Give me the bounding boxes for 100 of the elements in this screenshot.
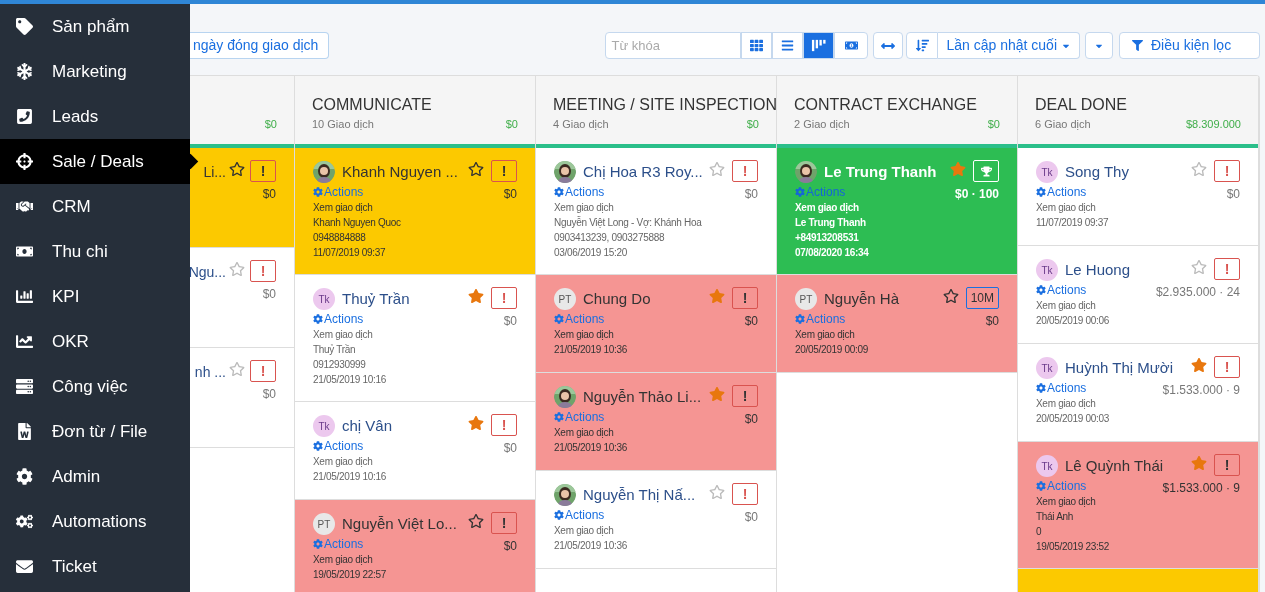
- star-icon[interactable]: [468, 287, 484, 304]
- alert-badge[interactable]: !: [250, 360, 276, 382]
- deal-name[interactable]: Huỳnh Thị Mười: [1065, 356, 1173, 380]
- deal-detail: 11/07/2019 09:37: [1036, 216, 1110, 230]
- star-icon[interactable]: [1191, 454, 1207, 471]
- trophy-badge[interactable]: [973, 160, 999, 182]
- sidebar-item[interactable]: Công việc: [0, 364, 190, 409]
- actions-link[interactable]: Actions: [1036, 184, 1187, 200]
- sidebar-item[interactable]: Sale / Deals: [0, 139, 190, 184]
- deal-card[interactable]: PT Nguyễn Hà Actions Xem giao dịch 20/05/2019 00:09 10M $0: [777, 275, 1017, 373]
- star-icon[interactable]: [1191, 258, 1207, 275]
- star-icon[interactable]: [942, 287, 959, 304]
- sidebar-item[interactable]: CRM: [0, 184, 190, 229]
- star-icon[interactable]: [229, 160, 245, 177]
- date-sort-button[interactable]: ngày đóng giao dịch: [190, 32, 330, 59]
- actions-link[interactable]: Actions: [313, 438, 464, 454]
- alert-badge[interactable]: !: [250, 160, 276, 182]
- deal-name[interactable]: Song Thy: [1065, 160, 1129, 184]
- sort-dropdown[interactable]: Lần cập nhật cuối: [938, 32, 1080, 59]
- star-icon[interactable]: [709, 287, 725, 304]
- deal-card[interactable]: PT Nguyễn Việt Lo... Actions Xem giao dịch 19/05/2019 22:57 ! $0: [295, 500, 535, 592]
- deal-name[interactable]: Chị Hoa R3 Roy...: [583, 160, 703, 184]
- avatar-initials: PT: [795, 288, 817, 310]
- alert-badge[interactable]: !: [491, 287, 517, 309]
- sidebar-item[interactable]: Admin: [0, 454, 190, 499]
- alert-badge[interactable]: !: [491, 414, 517, 436]
- sidebar-item[interactable]: Automations: [0, 499, 190, 544]
- actions-link[interactable]: Actions: [554, 184, 705, 200]
- avatar-initials: PT: [554, 288, 576, 310]
- money-view-button[interactable]: [834, 32, 869, 59]
- grid-view-button[interactable]: [741, 32, 773, 59]
- deal-name[interactable]: Nguyễn Việt Lo...: [342, 512, 457, 536]
- sidebar-item[interactable]: OKR: [0, 319, 190, 364]
- star-icon[interactable]: [709, 483, 725, 500]
- actions-link[interactable]: Actions: [1036, 380, 1159, 396]
- kanban-view-button[interactable]: [803, 32, 835, 59]
- deal-name[interactable]: Nguyễn Hà: [824, 287, 900, 311]
- alert-badge[interactable]: !: [732, 385, 758, 407]
- deal-card[interactable]: PT Chung Do Actions Xem giao dịch 21/05/2019 10:36 ! $0: [536, 275, 776, 373]
- deal-card[interactable]: Nguyễn Thảo Li... Actions Xem giao dịch 21/05/2019 10:36 ! $0: [536, 373, 776, 471]
- filter-button[interactable]: Điều kiện lọc: [1119, 32, 1260, 59]
- column-total: $0: [746, 117, 759, 132]
- star-icon[interactable]: [950, 160, 966, 177]
- star-icon[interactable]: [468, 512, 484, 529]
- timer-badge[interactable]: 10M: [965, 287, 999, 309]
- search-field[interactable]: Từ khóa: [605, 32, 742, 59]
- alert-badge[interactable]: !: [491, 512, 517, 534]
- deal-detail: 0903413239, 0903275888: [554, 231, 666, 245]
- actions-link[interactable]: Actions: [554, 507, 705, 523]
- actions-link[interactable]: Actions: [1036, 282, 1152, 298]
- star-icon[interactable]: [229, 260, 245, 277]
- deal-detail: 0912930999: [313, 358, 367, 372]
- alert-badge[interactable]: !: [732, 287, 758, 309]
- star-icon[interactable]: [709, 160, 725, 177]
- list-view-button[interactable]: [772, 32, 804, 59]
- deal-name[interactable]: Le Huong: [1065, 258, 1131, 282]
- sidebar-item[interactable]: Thu chi: [0, 229, 190, 274]
- alert-badge[interactable]: !: [1214, 356, 1240, 378]
- deal-name[interactable]: Nguyễn Thị Nấ...: [583, 483, 696, 507]
- star-icon[interactable]: [468, 414, 484, 431]
- avatar-initials: Tk: [313, 288, 335, 310]
- deal-card[interactable]: Tk Lê Quỳnh Thái Actions Xem giao dịch Thái Anh 0 19/05/2019 23:52 ! $1.533.000 · 9: [1018, 442, 1258, 569]
- deal-name[interactable]: chị Vân: [342, 414, 393, 438]
- star-icon[interactable]: [1191, 160, 1207, 177]
- actions-link[interactable]: Actions: [313, 311, 464, 327]
- alert-badge[interactable]: !: [732, 160, 758, 182]
- star-icon[interactable]: [468, 160, 484, 177]
- deal-name[interactable]: Li...: [203, 161, 226, 183]
- alert-badge[interactable]: !: [1214, 160, 1240, 182]
- deal-detail: Xem giao dịch: [554, 426, 615, 440]
- column-total: $0: [987, 117, 1000, 132]
- deal-amount: $0: [744, 509, 758, 526]
- deal-detail: Xem giao dịch: [1036, 201, 1097, 215]
- deal-card[interactable]: Li... ! $0: [190, 148, 294, 248]
- star-icon[interactable]: [709, 385, 725, 402]
- deal-card[interactable]: Khanh Nguyen ... Actions Xem giao dịch Khanh Nguyen Quoc 0948884888 11/07/2019 09:37 ! $0: [295, 148, 535, 275]
- deal-detail: Xem giao dịch: [795, 201, 860, 215]
- sort-order-button[interactable]: [906, 32, 939, 59]
- alert-badge[interactable]: !: [250, 260, 276, 282]
- deal-name[interactable]: Khanh Nguyen ...: [342, 160, 458, 184]
- deal-name[interactable]: Thuỷ Trần: [342, 287, 410, 311]
- alert-badge[interactable]: !: [732, 483, 758, 505]
- alert-badge[interactable]: !: [1214, 454, 1240, 476]
- alert-badge[interactable]: !: [1214, 258, 1240, 280]
- star-icon[interactable]: [1191, 356, 1207, 373]
- deal-name[interactable]: Ngu...: [190, 261, 226, 283]
- sidebar-item[interactable]: Ticket: [0, 544, 190, 589]
- sidebar-item[interactable]: KPI: [0, 274, 190, 319]
- deal-name[interactable]: Chung Do: [583, 287, 651, 311]
- deal-name[interactable]: Nguyễn Thảo Li...: [583, 385, 702, 409]
- expand-button[interactable]: [873, 32, 904, 59]
- gear-icon: [313, 539, 323, 549]
- sidebar-item[interactable]: Sản phẩm: [0, 4, 190, 49]
- deal-name[interactable]: Lê Quỳnh Thái: [1065, 454, 1164, 478]
- sidebar-item[interactable]: Leads: [0, 94, 190, 139]
- alert-badge[interactable]: !: [491, 160, 517, 182]
- sidebar-item[interactable]: Đơn từ / File: [0, 409, 190, 454]
- deal-name[interactable]: nh ...: [194, 361, 226, 383]
- sidebar-item[interactable]: Marketing: [0, 49, 190, 94]
- star-icon[interactable]: [229, 360, 245, 377]
